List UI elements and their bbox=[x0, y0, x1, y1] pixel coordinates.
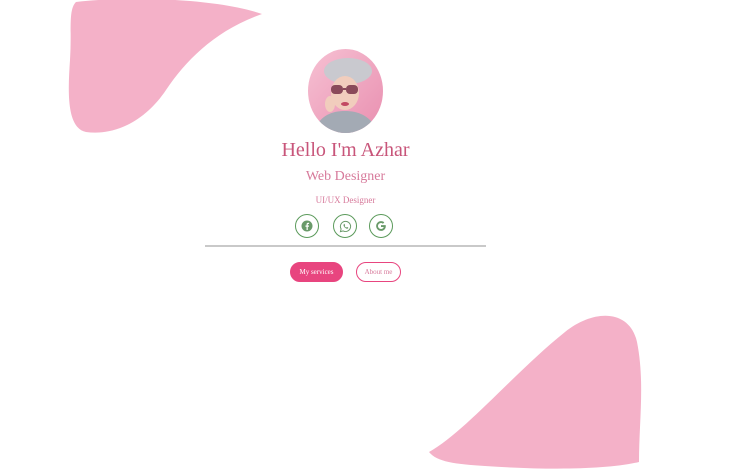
my-services-button[interactable]: My services bbox=[290, 262, 343, 282]
whatsapp-icon bbox=[339, 220, 351, 232]
divider bbox=[205, 245, 486, 247]
avatar-photo-icon bbox=[308, 49, 383, 133]
about-me-button[interactable]: About me bbox=[356, 262, 401, 282]
decorative-blob-bottom bbox=[429, 315, 642, 469]
greeting-heading: Hello I'm Azhar bbox=[281, 139, 410, 161]
social-links bbox=[295, 214, 405, 240]
job-subtitle: UI/UX Designer bbox=[315, 195, 376, 205]
google-icon bbox=[376, 221, 386, 231]
whatsapp-link[interactable] bbox=[333, 214, 357, 238]
profile-card: Hello I'm Azhar Web Designer UI/UX Desig… bbox=[205, 47, 486, 287]
facebook-icon bbox=[301, 220, 313, 232]
google-link[interactable] bbox=[369, 214, 393, 238]
avatar bbox=[308, 49, 383, 133]
facebook-link[interactable] bbox=[295, 214, 319, 238]
job-title: Web Designer bbox=[305, 169, 386, 184]
